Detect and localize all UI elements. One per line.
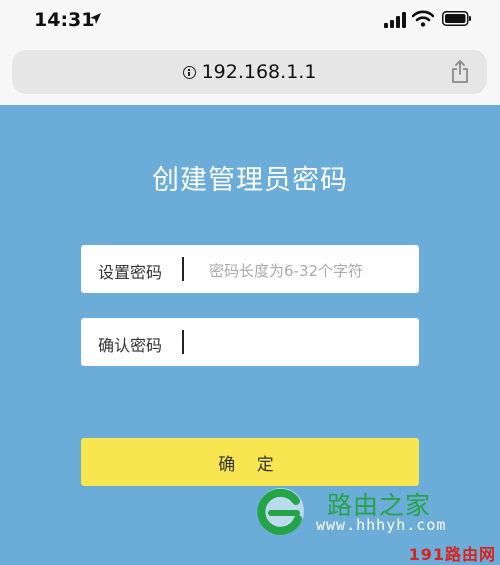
confirm-button[interactable]: 确 定 (81, 438, 419, 486)
confirm-password-field[interactable]: 确认密码 (81, 318, 419, 366)
info-icon[interactable] (182, 65, 196, 79)
signal-icon (384, 12, 406, 28)
status-bar: 14:31 (0, 0, 500, 42)
address-bar[interactable]: 192.168.1.1 (12, 50, 487, 94)
setup-page: 创建管理员密码 设置密码 密码长度为6-32个字符 确认密码 确 定 路由之家 … (0, 105, 500, 564)
password-placeholder: 密码长度为6-32个字符 (209, 262, 364, 280)
status-time: 14:31 (34, 9, 95, 31)
location-arrow-icon (90, 13, 101, 24)
url-text[interactable]: 192.168.1.1 (202, 61, 317, 83)
password-label: 设置密码 (98, 263, 163, 282)
watermark-url: www.hhhyh.com (316, 516, 447, 534)
confirm-password-label: 确认密码 (98, 336, 163, 355)
share-icon[interactable] (451, 60, 469, 83)
watermark-logo-icon (257, 488, 304, 535)
text-cursor (182, 330, 184, 354)
text-cursor (182, 257, 184, 281)
wifi-icon (412, 10, 434, 27)
battery-icon (442, 11, 471, 26)
password-field[interactable]: 设置密码 密码长度为6-32个字符 (81, 245, 419, 293)
page-title: 创建管理员密码 (152, 165, 348, 196)
watermark-corner-text: 191路由网 (408, 545, 496, 564)
browser-chrome: 14:31 192.168.1.1 (0, 0, 500, 105)
